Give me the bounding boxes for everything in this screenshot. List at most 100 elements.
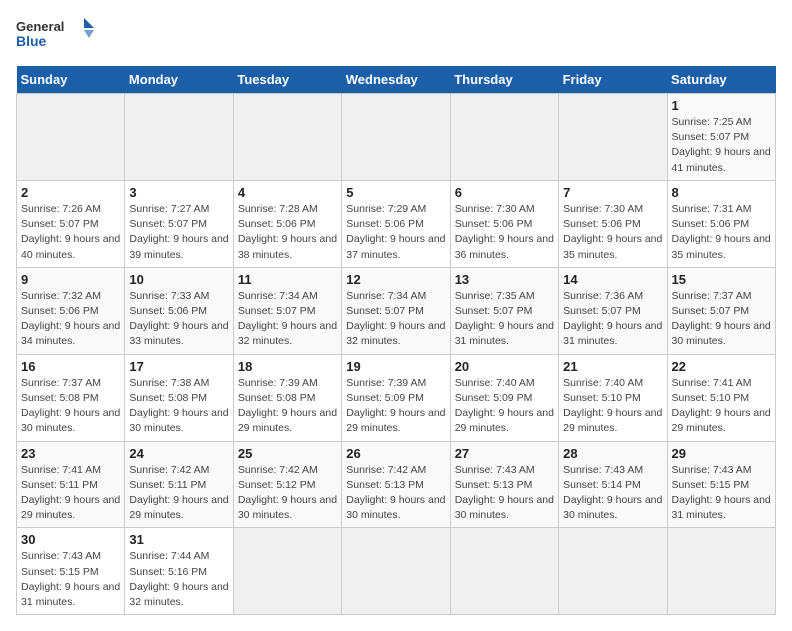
calendar-cell: 18Sunrise: 7:39 AMSunset: 5:08 PMDayligh… [233, 354, 341, 441]
day-number: 16 [21, 359, 120, 374]
day-number: 13 [455, 272, 554, 287]
day-number: 30 [21, 532, 120, 547]
calendar-cell [450, 94, 558, 181]
day-detail: Sunrise: 7:44 AMSunset: 5:16 PMDaylight:… [129, 549, 228, 610]
calendar-cell: 2 Sunrise: 7:26 AMSunset: 5:07 PMDaylight… [17, 180, 125, 267]
svg-text:General: General [16, 19, 64, 34]
day-detail: Sunrise: 7:39 AMSunset: 5:09 PMDaylight:… [346, 376, 445, 437]
day-number: 29 [672, 446, 771, 461]
svg-text:Blue: Blue [16, 33, 47, 49]
logo: General Blue [16, 16, 96, 54]
calendar-cell: 9 Sunrise: 7:32 AMSunset: 5:06 PMDaylight… [17, 267, 125, 354]
calendar-cell: 5 Sunrise: 7:29 AMSunset: 5:06 PMDaylight… [342, 180, 450, 267]
day-detail: Sunrise: 7:32 AMSunset: 5:06 PMDaylight:… [21, 289, 120, 350]
day-detail: Sunrise: 7:38 AMSunset: 5:08 PMDaylight:… [129, 376, 228, 437]
day-detail: Sunrise: 7:34 AMSunset: 5:07 PMDaylight:… [346, 289, 445, 350]
calendar-cell [17, 94, 125, 181]
day-number: 9 [21, 272, 120, 287]
day-detail: Sunrise: 7:25 AMSunset: 5:07 PMDaylight:… [672, 115, 771, 176]
weekday-header-wednesday: Wednesday [342, 66, 450, 94]
day-number: 19 [346, 359, 445, 374]
day-detail: Sunrise: 7:42 AMSunset: 5:13 PMDaylight:… [346, 463, 445, 524]
day-number: 27 [455, 446, 554, 461]
calendar-cell [667, 528, 775, 615]
calendar-cell: 28 Sunrise: 7:43 AMSunset: 5:14 PMDayligh… [559, 441, 667, 528]
day-detail: Sunrise: 7:43 AMSunset: 5:15 PMDaylight:… [672, 463, 771, 524]
day-number: 15 [672, 272, 771, 287]
calendar-cell: 20Sunrise: 7:40 AMSunset: 5:09 PMDayligh… [450, 354, 558, 441]
day-detail: Sunrise: 7:41 AMSunset: 5:10 PMDaylight:… [672, 376, 771, 437]
day-detail: Sunrise: 7:35 AMSunset: 5:07 PMDaylight:… [455, 289, 554, 350]
day-detail: Sunrise: 7:42 AMSunset: 5:11 PMDaylight:… [129, 463, 228, 524]
day-number: 10 [129, 272, 228, 287]
day-detail: Sunrise: 7:37 AMSunset: 5:08 PMDaylight:… [21, 376, 120, 437]
calendar-cell: 27 Sunrise: 7:43 AMSunset: 5:13 PMDayligh… [450, 441, 558, 528]
day-number: 18 [238, 359, 337, 374]
day-number: 23 [21, 446, 120, 461]
logo-svg: General Blue [16, 16, 96, 54]
calendar-table: SundayMondayTuesdayWednesdayThursdayFrid… [16, 66, 776, 615]
day-detail: Sunrise: 7:33 AMSunset: 5:06 PMDaylight:… [129, 289, 228, 350]
calendar-cell [125, 94, 233, 181]
weekday-header-friday: Friday [559, 66, 667, 94]
day-detail: Sunrise: 7:43 AMSunset: 5:15 PMDaylight:… [21, 549, 120, 610]
day-number: 20 [455, 359, 554, 374]
day-detail: Sunrise: 7:43 AMSunset: 5:13 PMDaylight:… [455, 463, 554, 524]
day-detail: Sunrise: 7:43 AMSunset: 5:14 PMDaylight:… [563, 463, 662, 524]
day-detail: Sunrise: 7:42 AMSunset: 5:12 PMDaylight:… [238, 463, 337, 524]
day-detail: Sunrise: 7:37 AMSunset: 5:07 PMDaylight:… [672, 289, 771, 350]
weekday-header-tuesday: Tuesday [233, 66, 341, 94]
calendar-cell: 26 Sunrise: 7:42 AMSunset: 5:13 PMDayligh… [342, 441, 450, 528]
day-detail: Sunrise: 7:30 AMSunset: 5:06 PMDaylight:… [563, 202, 662, 263]
calendar-cell: 15 Sunrise: 7:37 AMSunset: 5:07 PMDayligh… [667, 267, 775, 354]
day-number: 11 [238, 272, 337, 287]
calendar-cell: 25 Sunrise: 7:42 AMSunset: 5:12 PMDayligh… [233, 441, 341, 528]
day-detail: Sunrise: 7:31 AMSunset: 5:06 PMDaylight:… [672, 202, 771, 263]
day-detail: Sunrise: 7:41 AMSunset: 5:11 PMDaylight:… [21, 463, 120, 524]
day-number: 22 [672, 359, 771, 374]
day-detail: Sunrise: 7:29 AMSunset: 5:06 PMDaylight:… [346, 202, 445, 263]
calendar-cell: 14 Sunrise: 7:36 AMSunset: 5:07 PMDayligh… [559, 267, 667, 354]
day-number: 25 [238, 446, 337, 461]
day-number: 8 [672, 185, 771, 200]
day-number: 6 [455, 185, 554, 200]
day-number: 4 [238, 185, 337, 200]
day-detail: Sunrise: 7:36 AMSunset: 5:07 PMDaylight:… [563, 289, 662, 350]
day-number: 31 [129, 532, 228, 547]
day-number: 1 [672, 98, 771, 113]
day-number: 5 [346, 185, 445, 200]
calendar-cell [342, 528, 450, 615]
calendar-cell: 30 Sunrise: 7:43 AMSunset: 5:15 PMDayligh… [17, 528, 125, 615]
day-number: 2 [21, 185, 120, 200]
weekday-header-thursday: Thursday [450, 66, 558, 94]
day-number: 26 [346, 446, 445, 461]
calendar-week-2: 2 Sunrise: 7:26 AMSunset: 5:07 PMDaylight… [17, 180, 776, 267]
day-number: 28 [563, 446, 662, 461]
calendar-week-4: 16 Sunrise: 7:37 AMSunset: 5:08 PMDayligh… [17, 354, 776, 441]
calendar-cell [559, 528, 667, 615]
day-number: 17 [129, 359, 228, 374]
day-detail: Sunrise: 7:30 AMSunset: 5:06 PMDaylight:… [455, 202, 554, 263]
weekday-header-sunday: Sunday [17, 66, 125, 94]
day-detail: Sunrise: 7:28 AMSunset: 5:06 PMDaylight:… [238, 202, 337, 263]
calendar-cell: 4 Sunrise: 7:28 AMSunset: 5:06 PMDaylight… [233, 180, 341, 267]
calendar-cell: 11Sunrise: 7:34 AMSunset: 5:07 PMDayligh… [233, 267, 341, 354]
calendar-cell: 24Sunrise: 7:42 AMSunset: 5:11 PMDayligh… [125, 441, 233, 528]
calendar-cell: 19 Sunrise: 7:39 AMSunset: 5:09 PMDayligh… [342, 354, 450, 441]
calendar-cell: 17 Sunrise: 7:38 AMSunset: 5:08 PMDayligh… [125, 354, 233, 441]
day-number: 21 [563, 359, 662, 374]
calendar-cell: 10 Sunrise: 7:33 AMSunset: 5:06 PMDayligh… [125, 267, 233, 354]
calendar-cell: 6 Sunrise: 7:30 AMSunset: 5:06 PMDaylight… [450, 180, 558, 267]
day-number: 3 [129, 185, 228, 200]
day-detail: Sunrise: 7:26 AMSunset: 5:07 PMDaylight:… [21, 202, 120, 263]
weekday-header-monday: Monday [125, 66, 233, 94]
calendar-week-3: 9 Sunrise: 7:32 AMSunset: 5:06 PMDaylight… [17, 267, 776, 354]
calendar-cell: 7Sunrise: 7:30 AMSunset: 5:06 PMDaylight… [559, 180, 667, 267]
calendar-cell: 21Sunrise: 7:40 AMSunset: 5:10 PMDayligh… [559, 354, 667, 441]
day-number: 12 [346, 272, 445, 287]
day-number: 14 [563, 272, 662, 287]
calendar-cell [233, 94, 341, 181]
calendar-cell: 16 Sunrise: 7:37 AMSunset: 5:08 PMDayligh… [17, 354, 125, 441]
calendar-cell: 29 Sunrise: 7:43 AMSunset: 5:15 PMDayligh… [667, 441, 775, 528]
weekday-header-saturday: Saturday [667, 66, 775, 94]
